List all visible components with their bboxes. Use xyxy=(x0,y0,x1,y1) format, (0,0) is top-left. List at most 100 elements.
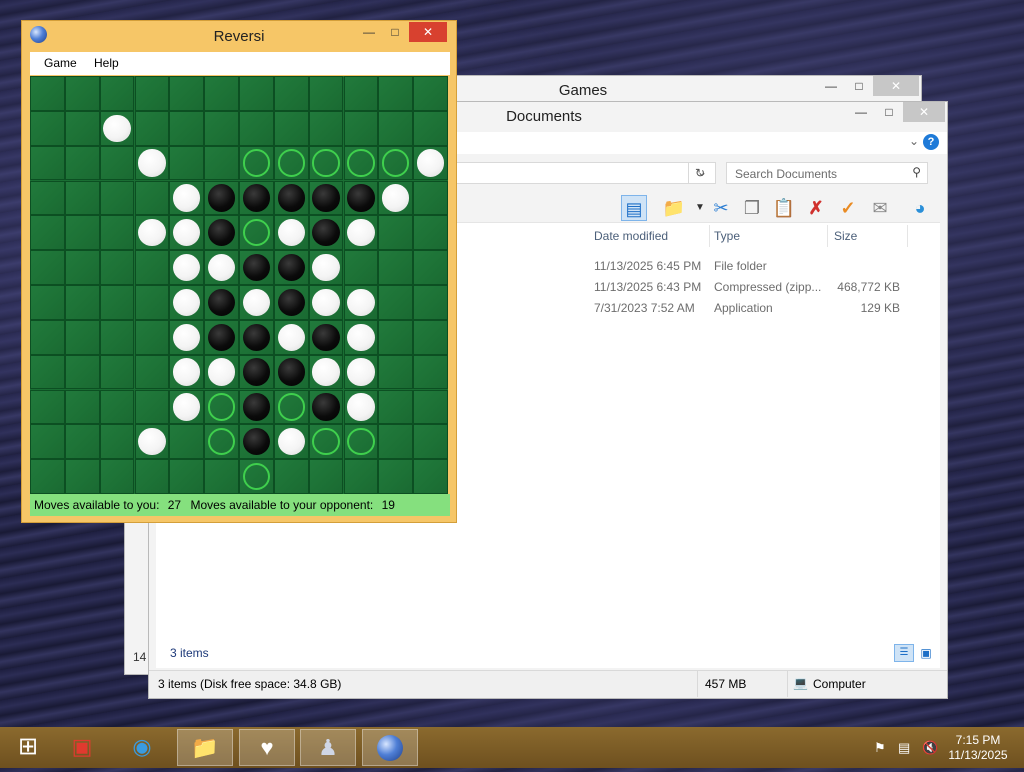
valid-move-marker[interactable] xyxy=(242,219,271,247)
board-square[interactable] xyxy=(204,354,239,390)
column-type[interactable]: Type xyxy=(714,229,740,243)
board-square[interactable] xyxy=(30,180,65,216)
network-icon[interactable]: ▤ xyxy=(898,740,910,756)
start-icon[interactable]: ⊞ xyxy=(0,729,56,766)
board-square[interactable] xyxy=(64,354,100,390)
board-square[interactable] xyxy=(308,145,344,181)
board-square[interactable] xyxy=(64,319,100,355)
board-square[interactable] xyxy=(378,76,414,111)
board-square[interactable] xyxy=(30,319,65,355)
board-square[interactable] xyxy=(204,319,239,355)
column-divider[interactable] xyxy=(827,225,828,247)
board-square[interactable] xyxy=(204,215,239,251)
board-square[interactable] xyxy=(239,180,274,216)
board-square[interactable] xyxy=(239,76,274,111)
board-square[interactable] xyxy=(413,250,448,285)
board-square[interactable] xyxy=(204,285,239,320)
board-square[interactable] xyxy=(273,250,309,285)
close-button[interactable]: ✕ xyxy=(409,22,447,42)
details-view-icon[interactable]: ☰ xyxy=(894,644,914,662)
board-square[interactable] xyxy=(99,354,135,390)
close-button[interactable]: ✕ xyxy=(903,102,945,122)
board-square[interactable] xyxy=(99,110,135,146)
reversi-window[interactable]: Reversi — □ ✕ Game Help Moves available … xyxy=(21,20,457,523)
valid-move-marker[interactable] xyxy=(242,462,271,491)
board-square[interactable] xyxy=(204,76,239,111)
column-divider[interactable] xyxy=(907,225,908,247)
board-square[interactable] xyxy=(413,424,448,460)
board-square[interactable] xyxy=(413,110,448,146)
board-square[interactable] xyxy=(30,110,65,146)
board-square[interactable] xyxy=(30,145,65,181)
board-square[interactable] xyxy=(413,459,448,494)
rename-icon[interactable]: ✓ xyxy=(835,195,861,221)
board-square[interactable] xyxy=(30,389,65,425)
board-square[interactable] xyxy=(134,250,170,285)
board-square[interactable] xyxy=(378,215,414,251)
valid-move-marker[interactable] xyxy=(382,149,410,177)
menu-help[interactable]: Help xyxy=(94,56,119,70)
column-date-modified[interactable]: Date modified xyxy=(594,229,668,243)
reversi-icon[interactable] xyxy=(362,729,418,766)
board-square[interactable] xyxy=(378,250,414,285)
board-square[interactable] xyxy=(273,215,309,251)
board-square[interactable] xyxy=(273,285,309,320)
board-square[interactable] xyxy=(204,180,239,216)
chevron-down-icon[interactable]: ⌄ xyxy=(909,134,919,148)
board-square[interactable] xyxy=(273,319,309,355)
column-divider[interactable] xyxy=(709,225,710,247)
board-square[interactable] xyxy=(308,424,344,460)
board-square[interactable] xyxy=(273,424,309,460)
board-square[interactable] xyxy=(99,180,135,216)
delete-icon[interactable]: ✗ xyxy=(803,195,829,221)
minimize-button[interactable]: — xyxy=(817,76,845,96)
board-square[interactable] xyxy=(99,250,135,285)
board-square[interactable] xyxy=(273,110,309,146)
board-square[interactable] xyxy=(273,389,309,425)
board-square[interactable] xyxy=(99,145,135,181)
valid-move-marker[interactable] xyxy=(312,428,340,456)
board-square[interactable] xyxy=(413,76,448,111)
valid-move-marker[interactable] xyxy=(242,149,271,177)
board-square[interactable] xyxy=(169,215,205,251)
board-square[interactable] xyxy=(239,319,274,355)
board-square[interactable] xyxy=(378,354,414,390)
board-square[interactable] xyxy=(308,319,344,355)
refresh-icon[interactable]: ↻ xyxy=(688,163,711,183)
board-square[interactable] xyxy=(239,285,274,320)
board-square[interactable] xyxy=(239,110,274,146)
properties-icon[interactable]: ✉ xyxy=(867,195,893,221)
board-square[interactable] xyxy=(99,285,135,320)
board-square[interactable] xyxy=(308,354,344,390)
board-square[interactable] xyxy=(99,319,135,355)
board-square[interactable] xyxy=(378,285,414,320)
preview-pane-icon[interactable]: ▤ xyxy=(621,195,647,221)
search-input[interactable]: Search Documents ⚲ xyxy=(726,162,928,184)
board-square[interactable] xyxy=(99,424,135,460)
board-square[interactable] xyxy=(64,180,100,216)
board-square[interactable] xyxy=(378,110,414,146)
board-square[interactable] xyxy=(308,250,344,285)
chess-icon[interactable]: ♟ xyxy=(300,729,356,766)
board-square[interactable] xyxy=(64,389,100,425)
board-square[interactable] xyxy=(239,215,274,251)
board-square[interactable] xyxy=(308,180,344,216)
board-square[interactable] xyxy=(413,180,448,216)
board-square[interactable] xyxy=(134,319,170,355)
board-square[interactable] xyxy=(64,424,100,460)
board-square[interactable] xyxy=(378,145,414,181)
board-square[interactable] xyxy=(30,285,65,320)
menu-game[interactable]: Game xyxy=(44,56,77,70)
board-square[interactable] xyxy=(169,319,205,355)
board-square[interactable] xyxy=(343,180,379,216)
board-square[interactable] xyxy=(64,459,100,494)
board-square[interactable] xyxy=(169,76,205,111)
board-square[interactable] xyxy=(413,319,448,355)
board-square[interactable] xyxy=(413,354,448,390)
large-icons-view-icon[interactable]: ▣ xyxy=(916,644,936,662)
file-explorer-icon[interactable]: 📁 xyxy=(177,729,233,766)
board-square[interactable] xyxy=(308,76,344,111)
minimize-button[interactable]: — xyxy=(847,102,875,122)
board-square[interactable] xyxy=(343,389,379,425)
board-square[interactable] xyxy=(134,180,170,216)
